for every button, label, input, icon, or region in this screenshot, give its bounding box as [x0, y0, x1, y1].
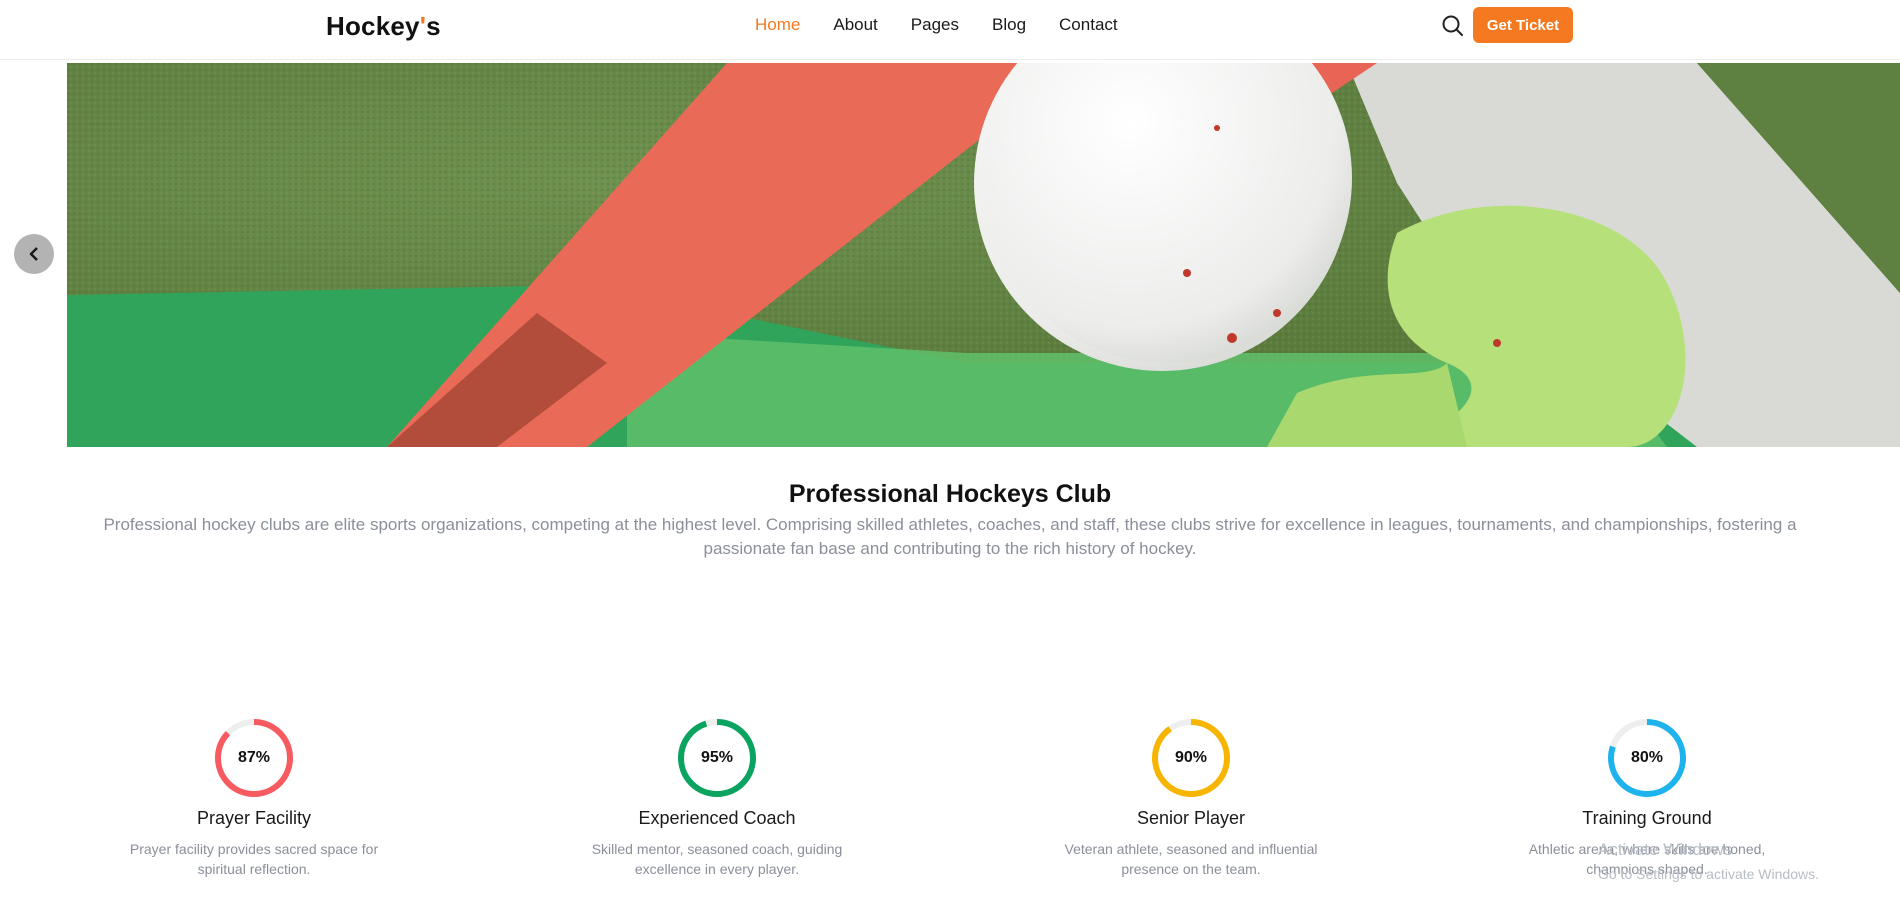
- watermark-title: Activate Windows: [1598, 840, 1733, 859]
- hero-slider: [67, 63, 1900, 447]
- progress-percent: 80%: [1630, 749, 1664, 766]
- progress-ring: 95%: [675, 716, 759, 800]
- search-icon[interactable]: [1440, 13, 1466, 39]
- slider-prev-button[interactable]: [14, 234, 54, 274]
- windows-activation-watermark: Activate Windows Go to Settings to activ…: [1598, 838, 1819, 886]
- nav-home[interactable]: Home: [755, 15, 800, 35]
- logo[interactable]: Hockey's: [326, 11, 441, 42]
- stat-description: Skilled mentor, seasoned coach, guiding …: [591, 841, 843, 877]
- nav-about[interactable]: About: [833, 15, 877, 35]
- stat-card: 90% Senior Player Veteran athlete, seaso…: [1031, 716, 1351, 879]
- progress-percent: 95%: [700, 749, 734, 766]
- watermark-subtitle: Go to Settings to activate Windows.: [1598, 866, 1819, 882]
- nav-blog[interactable]: Blog: [992, 15, 1026, 35]
- section-title: Professional Hockeys Club: [788, 480, 1112, 508]
- progress-percent: 90%: [1174, 749, 1208, 766]
- nav-contact[interactable]: Contact: [1059, 15, 1118, 35]
- section-description: Professional hockey clubs are elite spor…: [103, 515, 1797, 558]
- stat-description: Prayer facility provides sacred space fo…: [129, 841, 379, 877]
- stat-card: 95% Experienced Coach Skilled mentor, se…: [557, 716, 877, 879]
- stat-description: Veteran athlete, seasoned and influentia…: [1064, 841, 1318, 877]
- stat-title: Prayer Facility: [196, 808, 312, 828]
- progress-ring: 90%: [1149, 716, 1233, 800]
- progress-ring: 80%: [1605, 716, 1689, 800]
- progress-percent: 87%: [237, 749, 271, 766]
- main-nav: Home About Pages Blog Contact: [755, 15, 1151, 35]
- chevron-left-icon: [29, 247, 38, 261]
- get-ticket-button[interactable]: Get Ticket: [1473, 7, 1573, 43]
- hero-image: [67, 63, 1900, 447]
- stat-title: Experienced Coach: [638, 808, 796, 828]
- stat-title: Training Ground: [1582, 808, 1712, 828]
- stat-card: 87% Prayer Facility Prayer facility prov…: [94, 716, 414, 879]
- site-header: Hockey's Home About Pages Blog Contact G…: [0, 0, 1900, 60]
- progress-ring: 87%: [212, 716, 296, 800]
- nav-pages[interactable]: Pages: [911, 15, 959, 35]
- stat-title: Senior Player: [1136, 808, 1246, 828]
